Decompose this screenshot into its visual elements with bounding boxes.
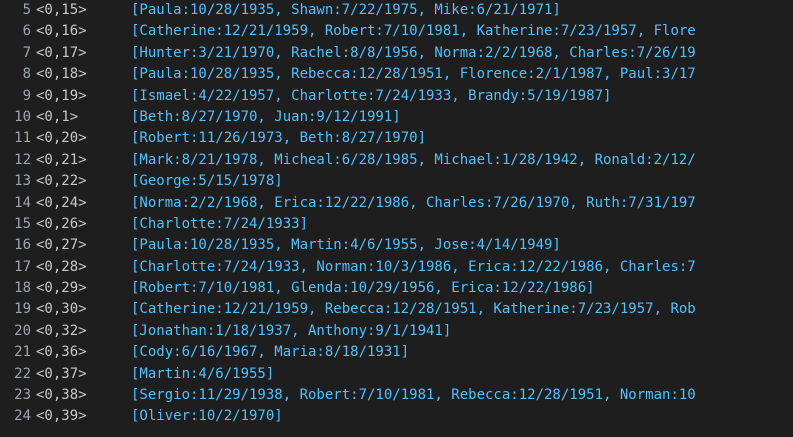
output-line: 5 <0,15> [Paula:10/28/1935, Shawn:7/22/197… <box>0 0 793 21</box>
output-line: 19 <0,30> [Catherine:12/21/1959, Rebecca:1… <box>0 299 793 320</box>
line-number: 11 <box>14 130 31 147</box>
line-number: 16 <box>14 237 31 254</box>
output-line: 16 <0,27> [Paula:10/28/1935, Martin:4/6/19… <box>0 235 793 256</box>
line-number: 18 <box>14 280 31 297</box>
line-number: 19 <box>14 301 31 318</box>
record-key: <0,32> <box>36 322 87 339</box>
output-line: 6 <0,16> [Catherine:12/21/1959, Robert:7/1… <box>0 21 793 42</box>
record-key: <0,18> <box>36 66 87 83</box>
output-line: 22 <0,37> [Martin:4/6/1955] <box>0 364 793 385</box>
output-line: 10 <0,1> [Beth:8/27/1970, Juan:9/12/1991] <box>0 107 793 128</box>
record-value: [Mark:8/21/1978, Micheal:6/28/1985, Mich… <box>131 151 696 168</box>
output-line: 15 <0,26> [Charlotte:7/24/1933] <box>0 214 793 235</box>
record-key: <0,26> <box>36 215 87 232</box>
record-value: [Charlotte:7/24/1933] <box>131 215 309 232</box>
output-line: 8 <0,18> [Paula:10/28/1935, Rebecca:12/28/… <box>0 64 793 85</box>
record-key: <0,38> <box>36 387 87 404</box>
output-line: 13 <0,22> [George:5/15/1978] <box>0 171 793 192</box>
record-value: [Catherine:12/21/1959, Robert:7/10/1981,… <box>131 23 696 40</box>
record-value: [Martin:4/6/1955] <box>131 365 275 382</box>
output-line: 18 <0,29> [Robert:7/10/1981, Glenda:10/29/… <box>0 278 793 299</box>
record-key: <0,27> <box>36 237 87 254</box>
line-number: 15 <box>14 215 31 232</box>
line-number: 6 <box>22 23 31 40</box>
record-value: [Robert:11/26/1973, Beth:8/27/1970] <box>131 130 427 147</box>
record-key: <0,20> <box>36 130 87 147</box>
line-number: 14 <box>14 194 31 211</box>
line-number: 9 <box>22 87 31 104</box>
record-key: <0,21> <box>36 151 87 168</box>
record-value: [Cody:6/16/1967, Maria:8/18/1931] <box>131 344 410 361</box>
record-key: <0,19> <box>36 87 87 104</box>
record-key: <0,1> <box>36 108 79 125</box>
record-value: [Jonathan:1/18/1937, Anthony:9/1/1941] <box>131 322 452 339</box>
record-key: <0,39> <box>36 408 87 425</box>
record-key: <0,28> <box>36 258 87 275</box>
line-number: 13 <box>14 173 31 190</box>
record-key: <0,30> <box>36 301 87 318</box>
output-line: 7 <0,17> [Hunter:3/21/1970, Rachel:8/8/195… <box>0 43 793 64</box>
record-key: <0,22> <box>36 173 87 190</box>
record-key: <0,24> <box>36 194 87 211</box>
line-number: 10 <box>14 108 31 125</box>
output-line: 12 <0,21> [Mark:8/21/1978, Micheal:6/28/19… <box>0 150 793 171</box>
line-number: 12 <box>14 151 31 168</box>
line-number: 20 <box>14 322 31 339</box>
record-value: [Paula:10/28/1935, Shawn:7/22/1975, Mike… <box>131 2 561 18</box>
record-value: [Ismael:4/22/1957, Charlotte:7/24/1933, … <box>131 87 612 104</box>
output-line: 23 <0,38> [Sergio:11/29/1938, Robert:7/10/… <box>0 385 793 406</box>
line-number: 24 <box>14 408 31 425</box>
line-number: 21 <box>14 344 31 361</box>
record-key: <0,37> <box>36 365 87 382</box>
record-key: <0,15> <box>36 2 87 18</box>
output-lines: 5 <0,15> [Paula:10/28/1935, Shawn:7/22/197… <box>0 0 793 428</box>
record-value: [Charlotte:7/24/1933, Norman:10/3/1986, … <box>131 258 696 275</box>
record-key: <0,36> <box>36 344 87 361</box>
record-value: [George:5/15/1978] <box>131 173 283 190</box>
text-output-viewer[interactable]: 5 <0,15> [Paula:10/28/1935, Shawn:7/22/197… <box>0 0 793 437</box>
record-key: <0,17> <box>36 44 87 61</box>
line-number: 8 <box>22 66 31 83</box>
record-value: [Robert:7/10/1981, Glenda:10/29/1956, Er… <box>131 280 595 297</box>
output-line: 9 <0,19> [Ismael:4/22/1957, Charlotte:7/24… <box>0 86 793 107</box>
output-line: 20 <0,32> [Jonathan:1/18/1937, Anthony:9/1… <box>0 321 793 342</box>
record-value: [Catherine:12/21/1959, Rebecca:12/28/195… <box>131 301 696 318</box>
record-value: [Paula:10/28/1935, Rebecca:12/28/1951, F… <box>131 66 696 83</box>
record-value: [Norma:2/2/1968, Erica:12/22/1986, Charl… <box>131 194 696 211</box>
record-value: [Oliver:10/2/1970] <box>131 408 283 425</box>
record-key: <0,29> <box>36 280 87 297</box>
output-line: 14 <0,24> [Norma:2/2/1968, Erica:12/22/198… <box>0 193 793 214</box>
line-number: 23 <box>14 387 31 404</box>
record-value: [Sergio:11/29/1938, Robert:7/10/1981, Re… <box>131 387 696 404</box>
output-line: 21 <0,36> [Cody:6/16/1967, Maria:8/18/1931… <box>0 342 793 363</box>
record-value: [Paula:10/28/1935, Martin:4/6/1955, Jose… <box>131 237 561 254</box>
output-line: 11 <0,20> [Robert:11/26/1973, Beth:8/27/19… <box>0 128 793 149</box>
record-value: [Hunter:3/21/1970, Rachel:8/8/1956, Norm… <box>131 44 696 61</box>
output-line: 17 <0,28> [Charlotte:7/24/1933, Norman:10/… <box>0 257 793 278</box>
line-number: 22 <box>14 365 31 382</box>
line-number: 7 <box>22 44 31 61</box>
output-line: 24 <0,39> [Oliver:10/2/1970] <box>0 406 793 427</box>
line-number: 5 <box>22 2 31 18</box>
record-value: [Beth:8/27/1970, Juan:9/12/1991] <box>131 108 401 125</box>
record-key: <0,16> <box>36 23 87 40</box>
line-number: 17 <box>14 258 31 275</box>
